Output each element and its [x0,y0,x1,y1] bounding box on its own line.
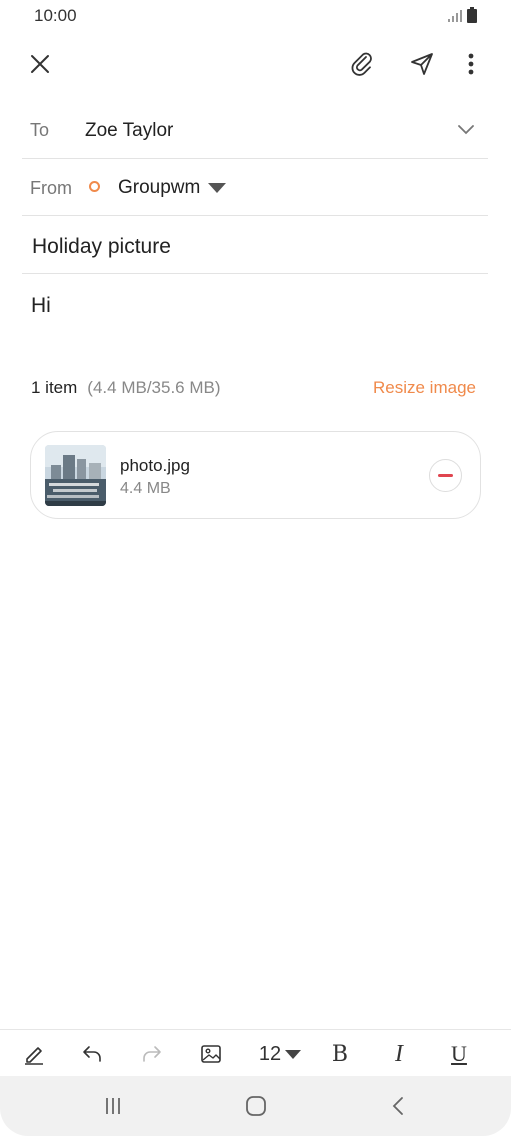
underline-icon: U [451,1041,467,1066]
font-size-value: 12 [258,1042,282,1065]
insert-image-button[interactable] [191,1030,231,1078]
font-size-selector[interactable]: 12 [252,1030,308,1078]
underline-button[interactable]: U [439,1030,479,1078]
italic-icon: I [395,1040,403,1067]
back-icon [392,1097,403,1115]
bold-icon: B [331,1041,349,1067]
recent-apps-button[interactable] [83,1086,143,1126]
compose-toolbar [0,40,511,90]
remove-attachment-button[interactable] [429,459,462,492]
attachment-total-size: (4.4 MB/35.6 MB) [87,378,221,397]
subject-input[interactable]: Holiday picture [32,235,171,259]
send-icon [411,53,433,75]
message-body[interactable]: Hi [31,294,51,318]
italic-button[interactable]: I [379,1030,419,1078]
text-style-button[interactable] [14,1030,54,1078]
redo-icon [143,1046,161,1062]
back-button[interactable] [369,1086,429,1126]
pen-icon [25,1047,43,1065]
status-time: 10:00 [34,6,77,25]
caret-down-icon[interactable] [208,183,226,193]
account-dot-icon [89,181,100,192]
attachment-filename: photo.jpg [120,456,190,475]
attachment-summary: 1 item (4.4 MB/35.6 MB) [31,378,221,398]
home-button[interactable] [226,1086,286,1126]
subject-field-row[interactable]: Holiday picture [22,216,488,274]
battery-icon [467,7,477,23]
more-options-button[interactable] [451,44,491,84]
status-bar: 10:00 [0,0,511,32]
from-label: From [30,178,72,198]
bold-button[interactable]: B [320,1030,360,1078]
status-icons [447,7,477,23]
minus-icon [438,474,453,477]
chevron-down-icon[interactable] [454,118,478,142]
paperclip-icon [351,52,372,76]
to-field-row[interactable]: To Zoe Taylor [22,102,488,159]
attachment-card[interactable]: photo.jpg 4.4 MB [30,431,481,519]
formatting-toolbar: 12 B I U [0,1029,511,1077]
recent-apps-icon [106,1098,120,1114]
caret-down-icon [285,1049,302,1059]
close-button[interactable] [20,44,60,84]
send-button[interactable] [402,44,442,84]
from-account[interactable]: Groupwm [118,177,200,199]
to-recipient[interactable]: Zoe Taylor [85,120,173,142]
image-icon [201,1045,221,1063]
to-label: To [30,120,50,140]
from-field-row[interactable]: From Groupwm [22,159,488,216]
attachment-filesize: 4.4 MB [120,480,171,497]
home-icon [246,1096,266,1116]
undo-button[interactable] [72,1030,112,1078]
redo-button[interactable] [132,1030,172,1078]
close-icon [31,55,49,73]
undo-icon [83,1046,101,1062]
photo-thumbnail [45,445,106,506]
system-nav-bar [0,1076,511,1136]
more-vertical-icon [468,53,474,75]
attach-button[interactable] [342,44,382,84]
attachment-count: 1 item [31,378,78,397]
resize-image-button[interactable]: Resize image [373,378,476,398]
signal-icon [448,10,462,22]
